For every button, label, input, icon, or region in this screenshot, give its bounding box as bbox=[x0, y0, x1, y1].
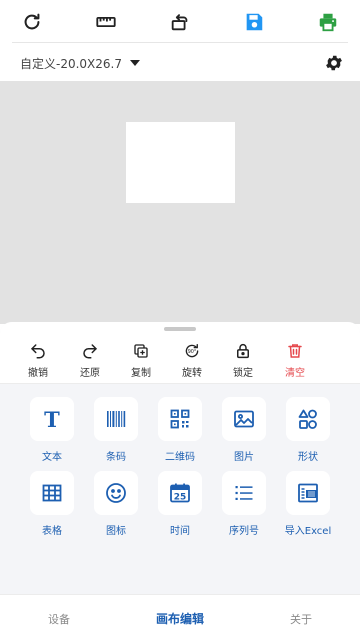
redo-button[interactable]: 还原 bbox=[68, 342, 112, 382]
add-time-button[interactable]: 25 时间 bbox=[150, 471, 210, 541]
add-table-label: 表格 bbox=[42, 526, 62, 537]
element-tile bbox=[222, 471, 266, 515]
rotate-label: 旋转 bbox=[182, 368, 202, 379]
copy-icon bbox=[134, 344, 148, 358]
import-excel-button[interactable]: 导入Excel bbox=[278, 471, 338, 541]
add-serial-label: 序列号 bbox=[229, 526, 259, 537]
add-time-label: 时间 bbox=[170, 526, 190, 537]
element-tile bbox=[286, 471, 330, 515]
editor-panel: 撤销 还原 复制 90° 旋转 锁定 清空 T 文本 条码 二维码 图片 形状 … bbox=[0, 322, 360, 594]
refresh-button[interactable] bbox=[18, 8, 46, 36]
rotate-90-icon: 90° bbox=[185, 343, 199, 358]
add-barcode-label: 条码 bbox=[106, 452, 126, 463]
print-icon bbox=[319, 13, 337, 32]
canvas-area[interactable] bbox=[0, 81, 360, 324]
barcode-icon bbox=[107, 411, 126, 427]
trash-icon bbox=[288, 344, 302, 358]
rotate-canvas-icon bbox=[171, 14, 188, 31]
element-tile bbox=[158, 397, 202, 441]
add-qrcode-button[interactable]: 二维码 bbox=[150, 397, 210, 467]
add-text-button[interactable]: T 文本 bbox=[22, 397, 82, 467]
add-image-label: 图片 bbox=[234, 452, 254, 463]
element-tile bbox=[30, 471, 74, 515]
add-icon-label: 图标 bbox=[106, 526, 126, 537]
element-tile: 25 bbox=[158, 471, 202, 515]
copy-label: 复制 bbox=[131, 368, 151, 379]
add-image-button[interactable]: 图片 bbox=[214, 397, 274, 467]
label-size-bar: 自定义-20.0X26.7 bbox=[0, 43, 360, 81]
element-tile bbox=[94, 397, 138, 441]
add-text-label: 文本 bbox=[42, 452, 62, 463]
calendar-icon: 25 bbox=[170, 483, 190, 503]
add-table-button[interactable]: 表格 bbox=[22, 471, 82, 541]
ruler-button[interactable] bbox=[92, 8, 120, 36]
add-barcode-button[interactable]: 条码 bbox=[86, 397, 146, 467]
print-button[interactable] bbox=[314, 8, 342, 36]
save-button[interactable] bbox=[240, 8, 268, 36]
rotate-button[interactable]: 90° 旋转 bbox=[170, 342, 214, 382]
undo-icon bbox=[31, 344, 45, 359]
label-size-dropdown[interactable]: 自定义-20.0X26.7 bbox=[20, 53, 140, 73]
undo-label: 撤销 bbox=[28, 368, 48, 379]
clear-button[interactable]: 清空 bbox=[273, 342, 317, 382]
label-canvas[interactable] bbox=[126, 122, 235, 203]
lock-label: 锁定 bbox=[233, 368, 253, 379]
element-tile bbox=[286, 397, 330, 441]
svg-text:T: T bbox=[44, 407, 60, 431]
import-excel-label: 导入Excel bbox=[284, 526, 332, 537]
calendar-day: 25 bbox=[174, 493, 187, 503]
add-shape-button[interactable]: 形状 bbox=[278, 397, 338, 467]
redo-label: 还原 bbox=[80, 368, 100, 379]
redo-icon bbox=[83, 344, 97, 359]
element-tile bbox=[94, 471, 138, 515]
top-toolbar bbox=[0, 0, 360, 42]
refresh-icon bbox=[24, 13, 40, 30]
shapes-icon bbox=[298, 409, 317, 429]
lock-icon bbox=[237, 343, 249, 359]
text-icon: T bbox=[44, 407, 60, 431]
copy-button[interactable]: 复制 bbox=[119, 342, 163, 382]
label-size-value: 自定义-20.0X26.7 bbox=[20, 56, 122, 71]
undo-button[interactable]: 撤销 bbox=[16, 342, 60, 382]
caret-down-icon bbox=[130, 60, 140, 66]
bottom-navigation: 设备 画布编辑 关于 bbox=[0, 594, 360, 640]
qrcode-icon bbox=[170, 409, 190, 429]
add-serial-button[interactable]: 序列号 bbox=[214, 471, 274, 541]
tab-device[interactable]: 设备 bbox=[48, 611, 70, 627]
ruler-icon bbox=[96, 16, 116, 28]
drag-handle[interactable] bbox=[164, 327, 196, 331]
excel-icon bbox=[298, 483, 318, 503]
add-shape-label: 形状 bbox=[298, 452, 318, 463]
rotate-canvas-button[interactable] bbox=[166, 8, 194, 36]
image-icon bbox=[234, 410, 254, 428]
add-qrcode-label: 二维码 bbox=[165, 452, 195, 463]
element-tile: T bbox=[30, 397, 74, 441]
save-icon bbox=[246, 13, 263, 31]
clear-label: 清空 bbox=[285, 368, 305, 379]
tab-about[interactable]: 关于 bbox=[290, 611, 312, 627]
tab-canvas-edit[interactable]: 画布编辑 bbox=[156, 610, 204, 627]
table-icon bbox=[42, 484, 62, 502]
gear-icon[interactable] bbox=[324, 53, 344, 73]
add-icon-button[interactable]: 图标 bbox=[86, 471, 146, 541]
list-icon bbox=[235, 486, 253, 500]
lock-button[interactable]: 锁定 bbox=[221, 342, 265, 382]
element-tile bbox=[222, 397, 266, 441]
smiley-icon bbox=[106, 483, 126, 503]
svg-text:90°: 90° bbox=[188, 349, 197, 355]
